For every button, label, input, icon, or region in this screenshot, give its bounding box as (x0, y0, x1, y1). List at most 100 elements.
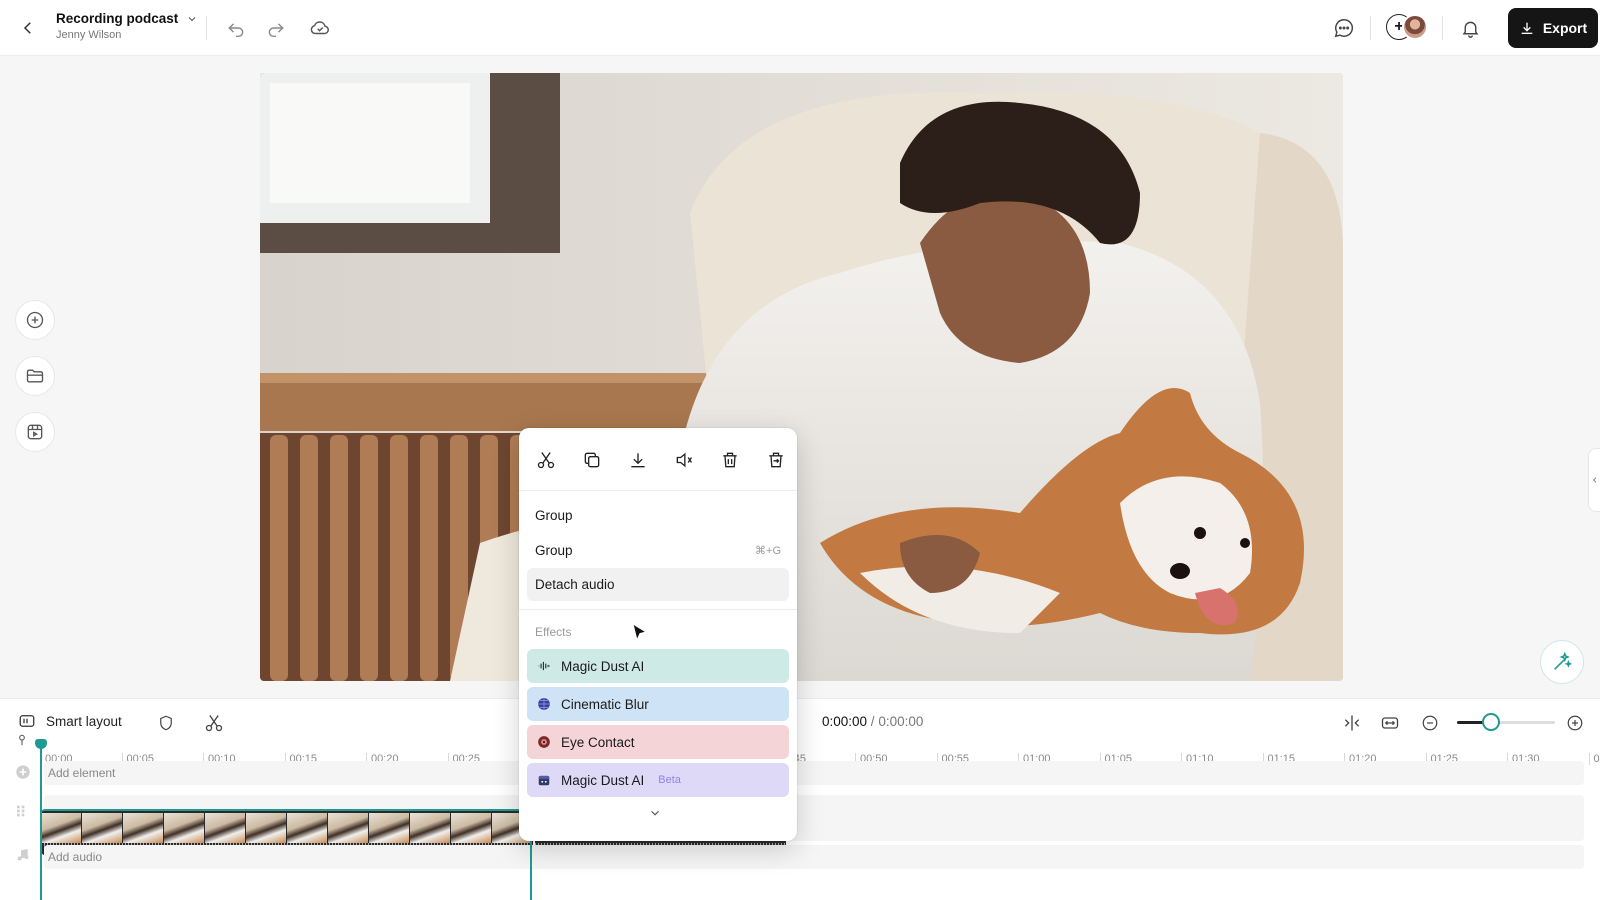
menu-item-label: Group (535, 543, 573, 558)
scissors-icon (205, 715, 223, 732)
zoom-slider-handle[interactable] (1482, 713, 1501, 731)
chevron-down-icon (651, 810, 659, 816)
time-total: 0:00:00 (878, 714, 924, 729)
effect-eye-contact[interactable]: Eye Contact (527, 725, 789, 759)
menu-action-bar (519, 428, 797, 491)
add-element-label: Add element (48, 766, 116, 780)
timeline-toolbar: Smart layout 0:00:00 / 0:00:00 (0, 699, 1600, 745)
copy-icon (584, 452, 600, 468)
zoom-slider[interactable] (1457, 721, 1555, 724)
undo-button[interactable] (222, 14, 250, 42)
chevron-left-icon (1592, 477, 1596, 483)
back-button[interactable] (14, 14, 42, 42)
fit-width-icon (1381, 717, 1399, 729)
clip-context-menu: Group Group ⌘+G Detach audio Effects Mag… (519, 428, 797, 841)
split-action[interactable] (533, 447, 559, 473)
playhead-lock-icon[interactable] (15, 733, 29, 747)
library-button[interactable] (15, 356, 55, 396)
time-current: 0:00:00 (822, 714, 868, 729)
clip-thumbnail (205, 813, 245, 843)
right-panel-toggle[interactable] (1588, 448, 1600, 512)
marker-button[interactable] (154, 711, 178, 735)
zoom-out-button[interactable] (1418, 711, 1442, 735)
menu-item-group[interactable]: Group (527, 499, 789, 532)
timecode: 0:00:00 / 0:00:00 (822, 714, 923, 729)
calendar-icon (538, 775, 550, 786)
effect-magic-dust-ai-beta[interactable]: Magic Dust AI Beta (527, 763, 789, 797)
playhead[interactable] (40, 743, 42, 900)
menu-item-label: Detach audio (535, 577, 615, 592)
fit-button[interactable] (1378, 711, 1402, 735)
snap-button[interactable] (1340, 711, 1364, 735)
cloud-check-icon (310, 21, 329, 35)
layout-icon (19, 715, 35, 727)
chevron-left-icon (23, 22, 31, 34)
divider (206, 16, 207, 40)
clip-thumbnail (82, 813, 122, 843)
add-media-button[interactable] (15, 300, 55, 340)
redo-icon (268, 23, 284, 38)
mouse-cursor (632, 623, 648, 643)
effect-label: Magic Dust AI (561, 658, 645, 674)
clip-thumbnail (287, 813, 327, 843)
menu-item-label: Group (535, 508, 573, 523)
effect-cinematic-blur[interactable]: Cinematic Blur (527, 687, 789, 721)
duplicate-action[interactable] (579, 447, 605, 473)
effects-section-label: Effects (535, 625, 572, 639)
menu-item-detach-audio[interactable]: Detach audio (527, 568, 789, 601)
show-more-button[interactable] (648, 806, 662, 820)
menu-divider (519, 609, 797, 610)
audio-track[interactable]: Add audio (44, 845, 1584, 869)
effect-badge: Beta (658, 774, 681, 786)
speaker-mute-icon (676, 452, 693, 468)
trash-icon (723, 452, 737, 468)
effect-label: Magic Dust AI (561, 772, 645, 788)
export-button[interactable]: Export (1508, 8, 1598, 48)
mute-action[interactable] (671, 447, 697, 473)
zoom-in-button[interactable] (1563, 711, 1587, 735)
delete-action[interactable] (717, 447, 743, 473)
snap-icon (1344, 715, 1360, 731)
notifications-button[interactable] (1456, 14, 1484, 42)
clip-thumbnail (246, 813, 286, 843)
plus-circle-icon (1567, 715, 1583, 731)
sparkle-wand-icon (1554, 651, 1573, 670)
chevron-down-icon (188, 16, 196, 21)
collaborators[interactable]: + (1386, 14, 1430, 42)
playhead-handle[interactable] (35, 739, 47, 749)
project-title-block[interactable]: Recording podcast Jenny Wilson (56, 11, 198, 41)
chat-icon (1334, 19, 1354, 38)
add-element-icon[interactable] (15, 764, 31, 780)
eye-icon (538, 736, 550, 748)
download-icon (1521, 22, 1533, 34)
plus-circle-icon (26, 311, 44, 329)
element-track[interactable]: Add element (44, 761, 1584, 785)
comments-button[interactable] (1330, 14, 1358, 42)
menu-item-group-shortcut[interactable]: Group ⌘+G (527, 534, 789, 567)
globe-icon (538, 698, 550, 710)
music-note-icon (15, 847, 31, 863)
ai-assistant-button[interactable] (1540, 640, 1584, 684)
download-icon (631, 453, 645, 468)
split-button[interactable] (202, 711, 226, 735)
cloud-save-button[interactable] (306, 14, 334, 42)
project-owner: Jenny Wilson (56, 29, 122, 41)
templates-button[interactable] (15, 412, 55, 452)
clip-thumbnail (328, 813, 368, 843)
smart-layout-button[interactable]: Smart layout (18, 712, 122, 730)
time-separator: / (867, 714, 879, 729)
clip-thumbnail (164, 813, 204, 843)
minus-circle-icon (1422, 715, 1438, 731)
effect-magic-dust-ai[interactable]: Magic Dust AI (527, 649, 789, 683)
video-preview[interactable] (260, 73, 1343, 681)
effect-label: Cinematic Blur (561, 696, 649, 712)
avatar (1402, 14, 1428, 40)
menu-item-shortcut: ⌘+G (755, 545, 781, 557)
download-action[interactable] (625, 447, 651, 473)
bell-icon (1462, 21, 1478, 38)
undo-icon (228, 23, 244, 38)
delete-gap-action[interactable] (763, 447, 789, 473)
redo-button[interactable] (262, 14, 290, 42)
trash-gap-icon (769, 452, 783, 468)
shield-icon (160, 715, 172, 731)
